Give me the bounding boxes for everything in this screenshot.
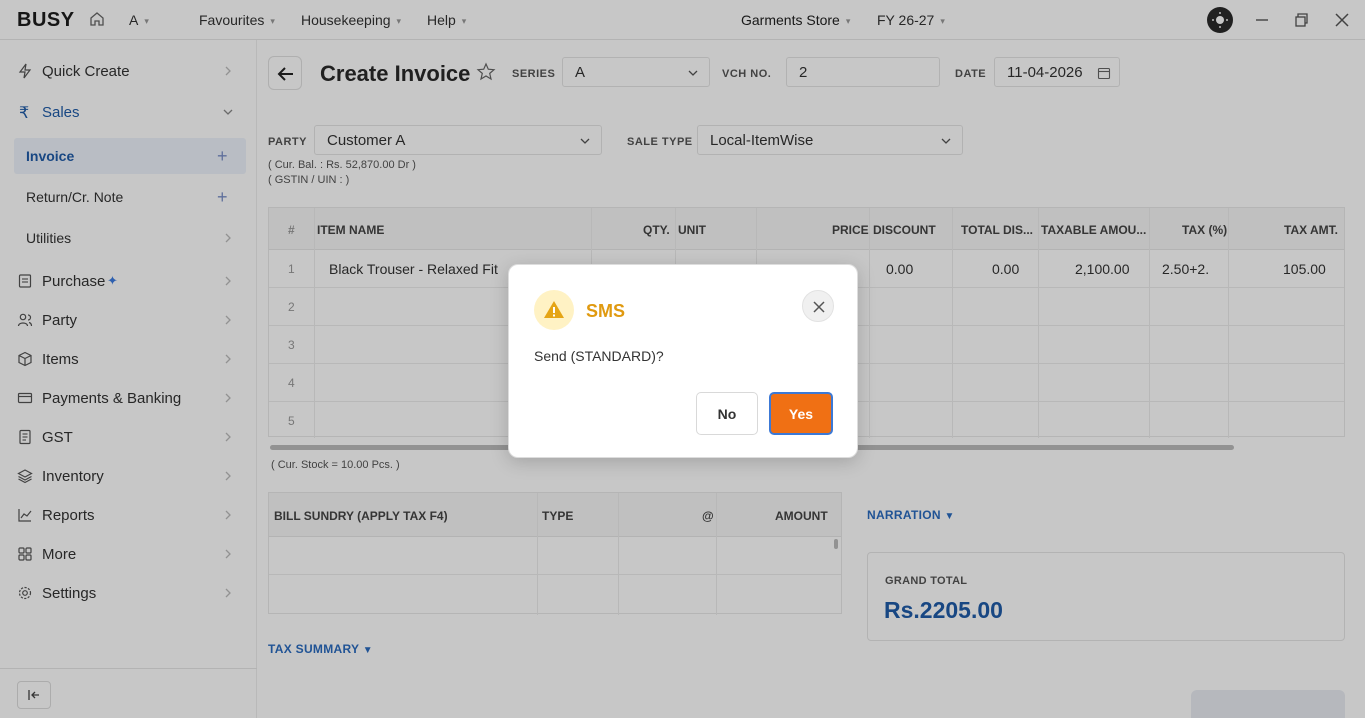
dialog-title: SMS xyxy=(586,301,626,321)
close-icon xyxy=(813,301,825,313)
warning-icon xyxy=(544,301,564,318)
dialog-message: Send (STANDARD)? xyxy=(534,348,664,364)
sms-dialog: SMS Send (STANDARD)? No Yes xyxy=(508,264,858,458)
no-button[interactable]: No xyxy=(696,392,758,435)
yes-button[interactable]: Yes xyxy=(769,392,833,435)
dialog-close-button[interactable] xyxy=(802,290,834,322)
warning-badge xyxy=(534,290,574,330)
